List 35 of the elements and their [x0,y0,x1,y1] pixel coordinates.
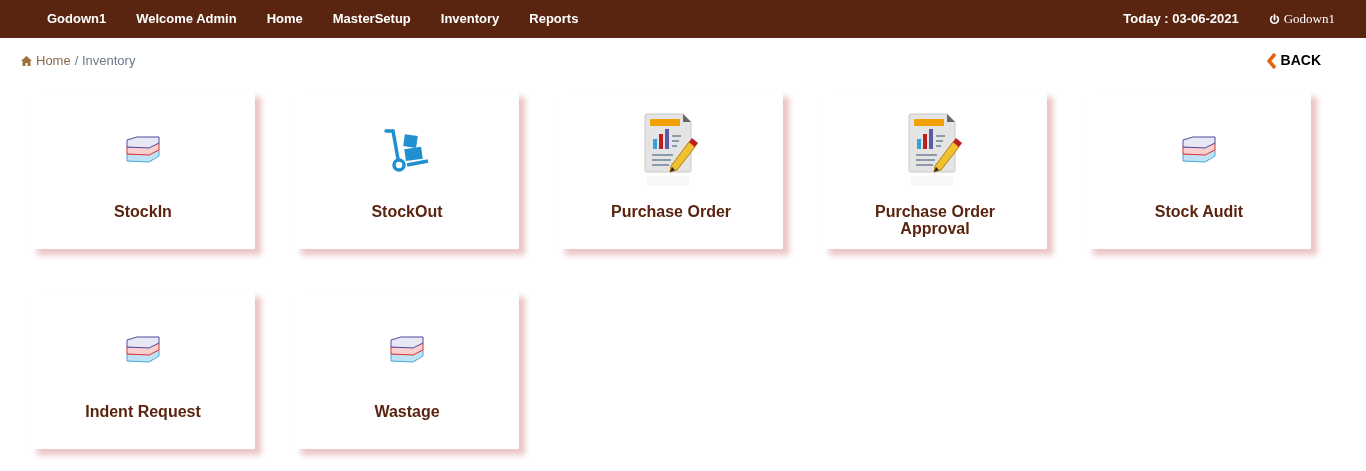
tile-label: Stock Audit [1153,203,1245,220]
logout-link[interactable]: Godown1 [1268,9,1335,29]
tile-label: Indent Request [84,403,202,420]
books-icon [125,136,161,164]
menu-tile[interactable]: Purchase Order Approval [823,91,1047,249]
menu-tile[interactable]: Purchase Order [559,91,783,249]
brand-text[interactable]: Godown1 [47,9,107,29]
menu-tile[interactable]: StockIn [31,91,255,249]
nav-link[interactable]: MasterSetup [332,9,411,29]
hand-truck-icon [383,127,431,173]
menu-tile[interactable]: Indent Request [31,291,255,449]
books-icon [389,336,425,364]
tile-label: Wastage [373,403,441,420]
books-icon [125,336,161,364]
date-text: Today : 03-06-2021 [1123,10,1239,29]
report-icon [643,112,699,188]
breadcrumb-current: / Inventory [74,52,136,70]
menu-tile[interactable]: Stock Audit [1087,91,1311,249]
nav-link[interactable]: Reports [529,9,579,29]
back-button[interactable]: BACK [1266,50,1321,71]
menu-tile[interactable]: StockOut [295,91,519,249]
report-icon [907,112,963,188]
tile-label: StockIn [113,203,173,220]
power-icon [1268,13,1280,25]
tile-label: Purchase Order Approval [873,203,997,237]
nav-link[interactable]: Inventory [440,9,500,29]
nav-link[interactable]: Home [266,9,303,29]
welcome-text: Welcome Admin [136,10,237,29]
menu-tile[interactable]: Wastage [295,291,519,449]
home-icon [21,55,32,66]
tile-label: StockOut [370,203,444,220]
tile-label: Purchase Order [609,203,733,220]
books-icon [1181,136,1217,164]
chevron-left-icon [1266,51,1277,70]
breadcrumb-link[interactable]: Home [36,51,71,71]
